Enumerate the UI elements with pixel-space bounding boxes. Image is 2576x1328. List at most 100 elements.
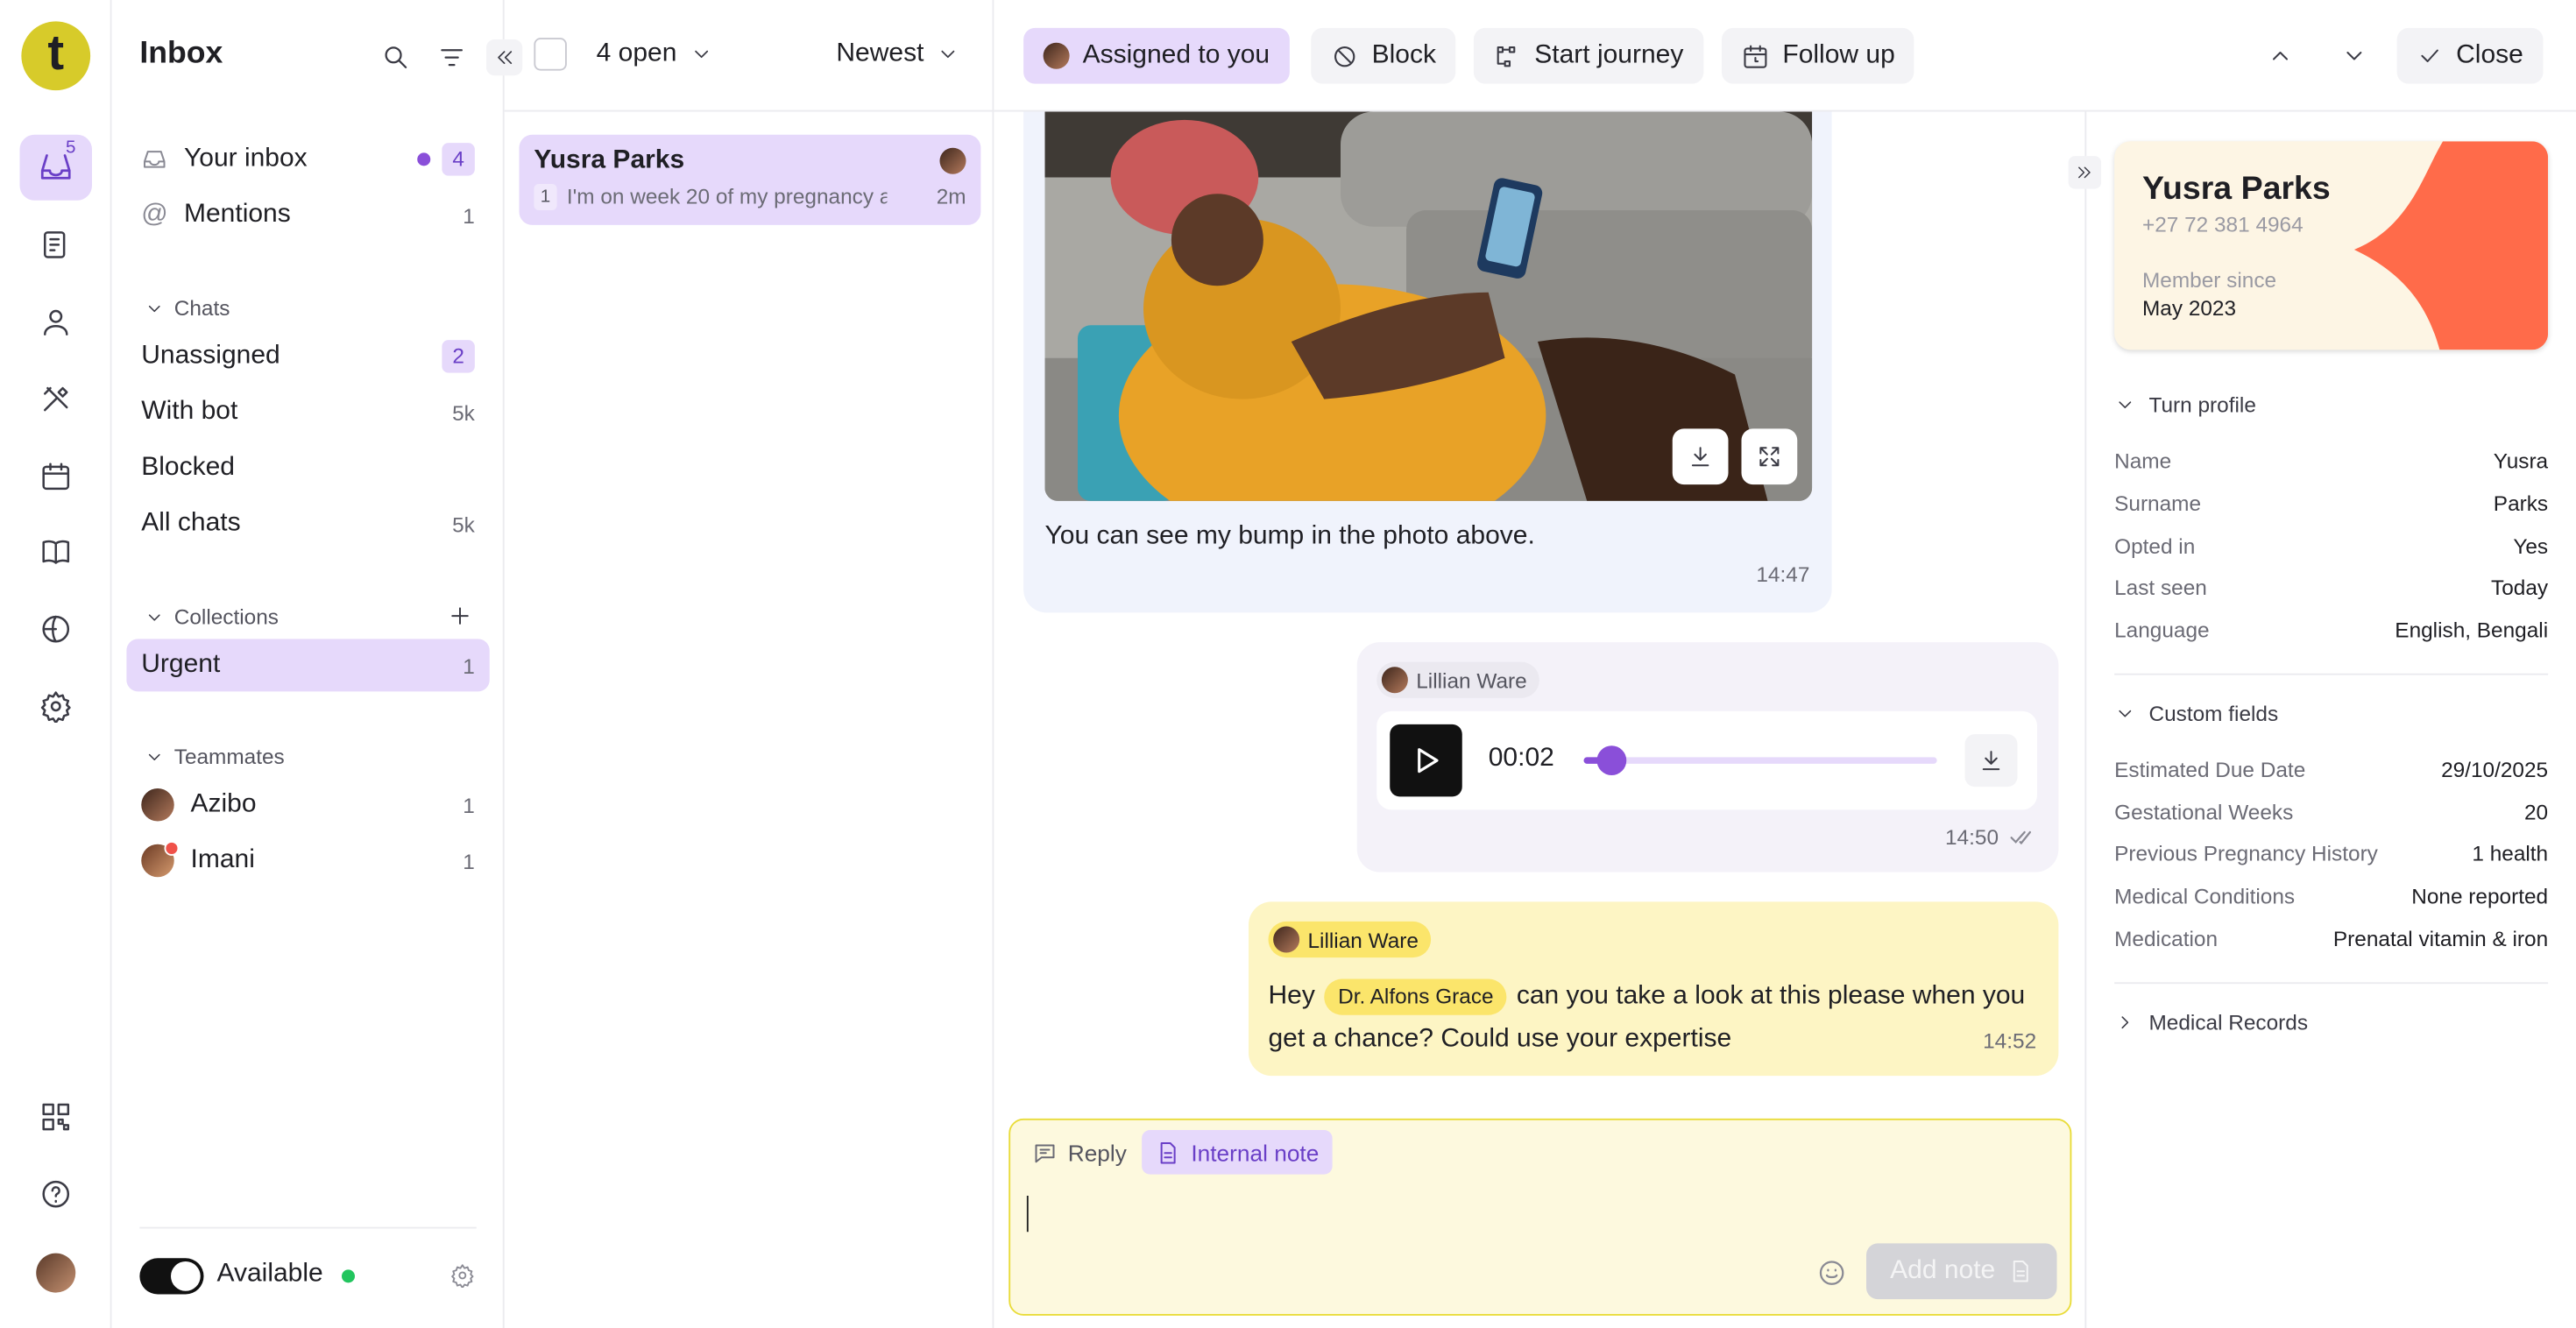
- knowledge-nav-button[interactable]: [20, 519, 93, 585]
- field-key: Gestational Weeks: [2114, 800, 2294, 825]
- sidebar-item-all-chats[interactable]: All chats 5k: [126, 498, 489, 550]
- field-key: Language: [2114, 618, 2210, 643]
- custom-field-row: Estimated Due Date 29/10/2025: [2114, 757, 2548, 781]
- add-note-button[interactable]: Add note: [1866, 1243, 2057, 1300]
- user-icon: [44, 309, 68, 336]
- search-icon[interactable]: [381, 43, 411, 73]
- qr-code-button[interactable]: [20, 1084, 93, 1150]
- assigned-label: Assigned to you: [1082, 40, 1270, 69]
- filter-icon[interactable]: [437, 43, 467, 73]
- contact-name: Yusra Parks: [2142, 171, 2331, 208]
- plus-icon[interactable]: [447, 603, 473, 629]
- chevron-up-icon[interactable]: [2268, 43, 2294, 69]
- app-logo[interactable]: t: [21, 21, 91, 91]
- settings-nav-button[interactable]: [20, 674, 93, 739]
- calendar-nav-button[interactable]: [20, 443, 93, 509]
- field-key: Surname: [2114, 491, 2202, 516]
- expand-image-button[interactable]: [1741, 428, 1798, 485]
- tools-nav-button[interactable]: [20, 366, 93, 432]
- message-photo[interactable]: [1044, 111, 1813, 501]
- chat-thread: You can see my bump in the photo above. …: [994, 111, 2084, 1328]
- play-button[interactable]: [1390, 724, 1462, 797]
- mention-chip[interactable]: Dr. Alfons Grace: [1325, 978, 1507, 1015]
- profile-field-row: Name Yusra: [2114, 449, 2548, 473]
- message-time: 14:52: [1983, 1028, 2037, 1053]
- sidebar-item-mentions[interactable]: @ Mentions 1: [126, 189, 489, 242]
- follow-up-button[interactable]: Follow up: [1722, 27, 1915, 84]
- nav-rail: t 5: [0, 0, 112, 1328]
- audio-scrubber[interactable]: [1596, 745, 1627, 775]
- filter-label: 4 open: [596, 39, 677, 67]
- emoji-icon[interactable]: [1817, 1258, 1847, 1288]
- field-value: None reported: [2411, 883, 2549, 908]
- chevron-down-icon[interactable]: [2341, 43, 2367, 69]
- message-text: You can see my bump in the photo above.: [1044, 522, 1535, 551]
- sidebar-item-urgent[interactable]: Urgent 1: [126, 639, 490, 692]
- audio-player: 00:02: [1376, 710, 2037, 810]
- block-icon: [1334, 46, 1355, 67]
- close-conversation-button[interactable]: Close: [2396, 27, 2544, 84]
- inbox-nav-button[interactable]: [19, 134, 92, 201]
- internal-note-tab[interactable]: Internal note: [1142, 1130, 1333, 1175]
- outgoing-audio-message: Lillian Ware 00:02 14:50: [1356, 642, 2059, 872]
- sidebar-item-your-inbox[interactable]: Your inbox 4: [126, 133, 489, 186]
- block-button[interactable]: Block: [1311, 27, 1456, 84]
- divider: [139, 1226, 477, 1229]
- sidebar-item-imani[interactable]: Imani 1: [126, 835, 489, 887]
- chats-section-header[interactable]: Chats: [145, 296, 230, 321]
- start-journey-button[interactable]: Start journey: [1473, 27, 1703, 84]
- status-filter-dropdown[interactable]: 4 open: [597, 39, 713, 69]
- sidebar-item-count: 1: [463, 792, 475, 817]
- author-chip: Lillian Ware: [1376, 661, 1540, 698]
- conversation-item[interactable]: Yusra Parks 1 I'm on week 20 of my pregn…: [519, 134, 981, 225]
- sidebar-item-azibo[interactable]: Azibo 1: [126, 779, 489, 831]
- sidebar-item-with-bot[interactable]: With bot 5k: [126, 386, 489, 439]
- sort-dropdown[interactable]: Newest: [836, 39, 959, 69]
- tasks-nav-button[interactable]: [20, 212, 93, 278]
- divider: [2114, 673, 2549, 675]
- chevron-down-icon: [148, 613, 160, 620]
- contact-phone: +27 72 381 4964: [2142, 211, 2304, 237]
- sidebar-item-count: 1: [463, 848, 475, 873]
- gear-icon[interactable]: [450, 1263, 475, 1288]
- member-since-value: May 2023: [2142, 295, 2237, 321]
- contact-panel: Yusra Parks +27 72 381 4964 Member since…: [2068, 111, 2576, 1328]
- message-composer: Reply Internal note Add note: [1008, 1118, 2072, 1316]
- custom-fields-header[interactable]: Custom fields: [2114, 702, 2278, 726]
- inbox-badge: 5: [66, 138, 76, 159]
- help-button[interactable]: [20, 1162, 93, 1227]
- sidebar-item-label: Imani: [190, 845, 255, 874]
- custom-field-row: Medication Prenatal vitamin & iron: [2114, 927, 2548, 951]
- medical-records-header[interactable]: Medical Records: [2114, 1010, 2308, 1035]
- follow-up-label: Follow up: [1782, 40, 1895, 69]
- sidebar-item-label: Your inbox: [184, 145, 308, 173]
- toggle-knob: [171, 1261, 201, 1291]
- user-avatar[interactable]: [36, 1253, 76, 1293]
- audio-progress-track[interactable]: [1583, 745, 1937, 775]
- turn-profile-header[interactable]: Turn profile: [2114, 392, 2256, 417]
- custom-field-row: Previous Pregnancy History 1 health: [2114, 841, 2548, 865]
- journey-label: Start journey: [1534, 40, 1684, 69]
- analytics-nav-button[interactable]: [20, 597, 93, 662]
- field-key: Previous Pregnancy History: [2114, 841, 2378, 866]
- sidebar-item-count: 4: [442, 143, 475, 176]
- profile-field-row: Last seen Today: [2114, 575, 2548, 599]
- assigned-button[interactable]: Assigned to you: [1023, 27, 1290, 84]
- chevron-right-icon: [2121, 1016, 2129, 1029]
- select-all-checkbox[interactable]: [534, 38, 567, 71]
- reply-tab[interactable]: Reply: [1027, 1132, 1132, 1175]
- collections-section-header[interactable]: Collections: [145, 604, 279, 629]
- chevron-down-icon: [695, 50, 708, 59]
- teammates-section-header[interactable]: Teammates: [145, 744, 285, 769]
- custom-field-row: Medical Conditions None reported: [2114, 884, 2548, 908]
- chevrons-right-icon: [2078, 166, 2091, 179]
- sidebar-item-unassigned[interactable]: Unassigned 2: [126, 330, 489, 383]
- contacts-nav-button[interactable]: [20, 289, 93, 355]
- download-image-button[interactable]: [1672, 428, 1729, 485]
- availability-toggle[interactable]: [139, 1258, 204, 1295]
- sidebar-item-blocked[interactable]: Blocked: [126, 441, 489, 494]
- download-audio-button[interactable]: [1964, 734, 2018, 788]
- collapse-panel-button[interactable]: [2068, 156, 2102, 189]
- profile-field-row: Surname Parks: [2114, 491, 2548, 516]
- note-input[interactable]: [1026, 1196, 2062, 1233]
